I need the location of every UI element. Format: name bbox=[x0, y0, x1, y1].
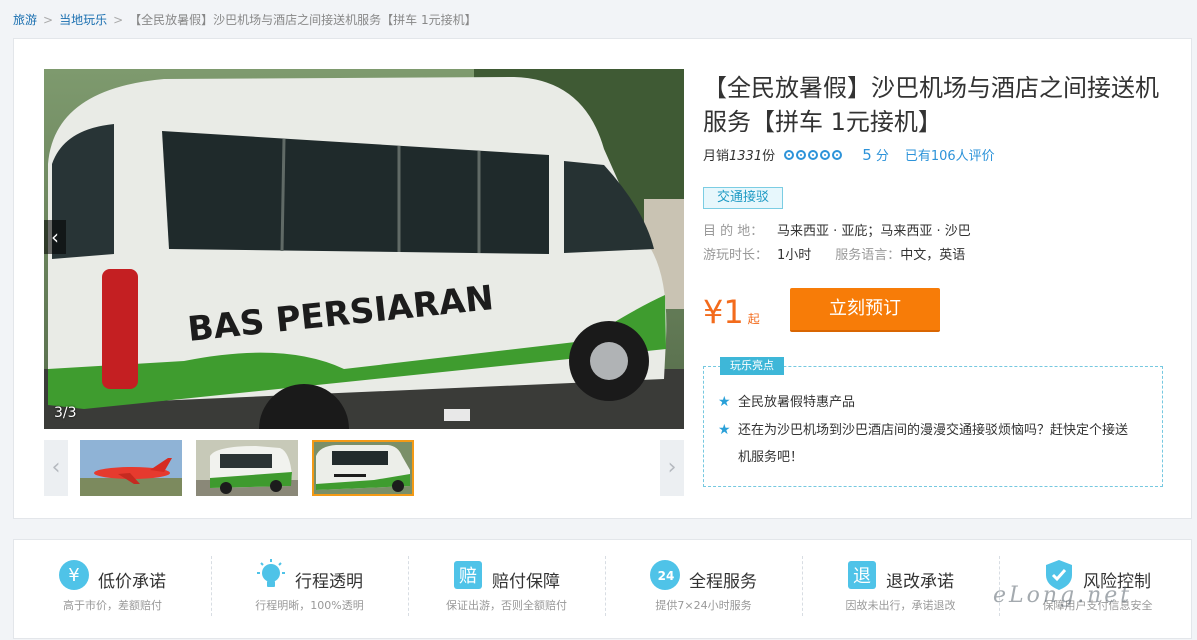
airplane-thumbnail-image bbox=[80, 440, 182, 496]
star-icon: ★ bbox=[718, 422, 731, 438]
product-title: 【全民放暑假】沙巴机场与酒店之间接送机服务【拼车 1元接机】 bbox=[703, 74, 1159, 136]
highlights-label: 玩乐亮点 bbox=[720, 357, 784, 375]
svg-text:24: 24 bbox=[658, 569, 675, 583]
duration-value: 1小时 bbox=[777, 248, 812, 263]
feature-name: 赔付保障 bbox=[492, 572, 560, 592]
feature-full-service: 24 全程服务 提供7×24小时服务 bbox=[605, 540, 802, 640]
star-icon: ★ bbox=[718, 394, 731, 410]
thumb-prev-button[interactable]: ‹ bbox=[44, 440, 68, 496]
rating-unit: 分 bbox=[875, 149, 889, 164]
rating-dot-icon bbox=[832, 150, 843, 160]
category-tag: 交通接驳 bbox=[703, 187, 784, 209]
highlight-item: ★ 全民放暑假特惠产品 bbox=[718, 389, 1138, 416]
destination-label: 目 的 地： bbox=[703, 224, 764, 239]
van-front-thumbnail-image bbox=[196, 440, 298, 496]
reviews-link[interactable]: 已有106人评价 bbox=[905, 149, 995, 164]
book-now-button[interactable]: 立刻预订 bbox=[790, 288, 940, 332]
language-value: 中文，英语 bbox=[900, 248, 966, 263]
rating-dot-icon bbox=[820, 150, 831, 160]
breadcrumb-current: 【全民放暑假】沙巴机场与酒店之间接送机服务【拼车 1元接机】 bbox=[129, 13, 477, 27]
svg-text:赔: 赔 bbox=[459, 566, 477, 587]
price-suffix: 起 bbox=[747, 312, 760, 326]
breadcrumb-travel[interactable]: 旅游 bbox=[13, 13, 37, 27]
duration-language-row: 游玩时长： 1小时 服务语言：中文，英语 bbox=[703, 244, 965, 263]
watermark: eLong.net bbox=[993, 583, 1133, 608]
product-panel: BAS PERSIARAN ‹ 3/3 ‹ › 【全民放暑假】沙巴机场与酒店之间… bbox=[13, 38, 1192, 519]
feature-compensation: 赔 赔付保障 保证出游，否则全额赔付 bbox=[408, 540, 605, 640]
yen-icon: ¥ bbox=[59, 560, 89, 590]
thumbnail-airplane[interactable] bbox=[80, 440, 182, 496]
phone-24h-icon: 24 bbox=[650, 560, 680, 590]
highlight-text: 还在为沙巴机场到沙巴酒店间的漫漫交通接驳烦恼吗？赶快定个接送机服务吧！ bbox=[738, 423, 1129, 465]
thumbnail-van-side[interactable] bbox=[312, 440, 414, 496]
destination-row: 目 的 地： 马来西亚 · 亚庇；马来西亚 · 沙巴 bbox=[703, 220, 971, 239]
destination-value: 马来西亚 · 亚庇；马来西亚 · 沙巴 bbox=[777, 224, 971, 239]
sales-rating-row: 月销1331份 5 分 已有106人评价 bbox=[703, 145, 995, 164]
thumb-next-button[interactable]: › bbox=[660, 440, 684, 496]
van-side-thumbnail-image bbox=[314, 442, 412, 494]
breadcrumb: 旅游 > 当地玩乐 > 【全民放暑假】沙巴机场与酒店之间接送机服务【拼车 1元接机】 bbox=[13, 11, 477, 28]
photo-counter: 3/3 bbox=[54, 405, 77, 421]
feature-name: 退改承诺 bbox=[886, 572, 954, 592]
breadcrumb-separator: > bbox=[113, 13, 124, 27]
feature-desc: 高于市价，差额赔付 bbox=[63, 599, 162, 612]
photo-prev-button[interactable]: ‹ bbox=[44, 220, 66, 254]
rating-dot-icon bbox=[784, 150, 795, 160]
rating-dots bbox=[784, 149, 844, 164]
feature-desc: 保证出游，否则全额赔付 bbox=[446, 599, 567, 612]
compensation-icon: 赔 bbox=[454, 561, 482, 589]
lightbulb-icon bbox=[257, 559, 285, 587]
price-value: ¥1 bbox=[703, 293, 744, 331]
breadcrumb-separator: > bbox=[43, 13, 54, 27]
sales-label: 月销 bbox=[703, 149, 730, 164]
feature-refund: 退 退改承诺 因故未出行，承诺退改 bbox=[802, 540, 999, 640]
feature-desc: 因故未出行，承诺退改 bbox=[845, 599, 956, 612]
rating-dot-icon bbox=[796, 150, 807, 160]
thumbnail-van-front[interactable] bbox=[196, 440, 298, 496]
feature-low-price: ¥ 低价承诺 高于市价，差额赔付 bbox=[14, 540, 211, 640]
feature-desc: 提供7×24小时服务 bbox=[655, 599, 752, 612]
price: ¥1 起 bbox=[703, 293, 760, 331]
feature-name: 行程透明 bbox=[295, 572, 363, 592]
refund-icon: 退 bbox=[848, 561, 876, 589]
feature-name: 全程服务 bbox=[689, 572, 757, 592]
svg-text:退: 退 bbox=[853, 566, 871, 587]
highlights-box: 玩乐亮点 ★ 全民放暑假特惠产品 ★ 还在为沙巴机场到沙巴酒店间的漫漫交通接驳烦… bbox=[703, 357, 1163, 487]
rating-score: 5 bbox=[862, 146, 872, 164]
minibus-photo: BAS PERSIARAN bbox=[44, 69, 684, 429]
highlight-item: ★ 还在为沙巴机场到沙巴酒店间的漫漫交通接驳烦恼吗？赶快定个接送机服务吧！ bbox=[718, 417, 1138, 471]
feature-transparent: 行程透明 行程明晰，100%透明 bbox=[211, 540, 408, 640]
highlight-text: 全民放暑假特惠产品 bbox=[738, 395, 856, 410]
rating-dot-icon bbox=[808, 150, 819, 160]
breadcrumb-local-fun[interactable]: 当地玩乐 bbox=[59, 13, 107, 27]
main-photo[interactable]: BAS PERSIARAN bbox=[44, 69, 684, 429]
language-label: 服务语言： bbox=[835, 248, 901, 263]
feature-name: 低价承诺 bbox=[98, 572, 166, 592]
feature-desc: 行程明晰，100%透明 bbox=[255, 599, 364, 612]
svg-text:¥: ¥ bbox=[68, 565, 79, 586]
duration-label: 游玩时长： bbox=[703, 248, 769, 263]
sales-count: 1331 bbox=[729, 149, 763, 164]
sales-unit: 份 bbox=[762, 149, 776, 164]
